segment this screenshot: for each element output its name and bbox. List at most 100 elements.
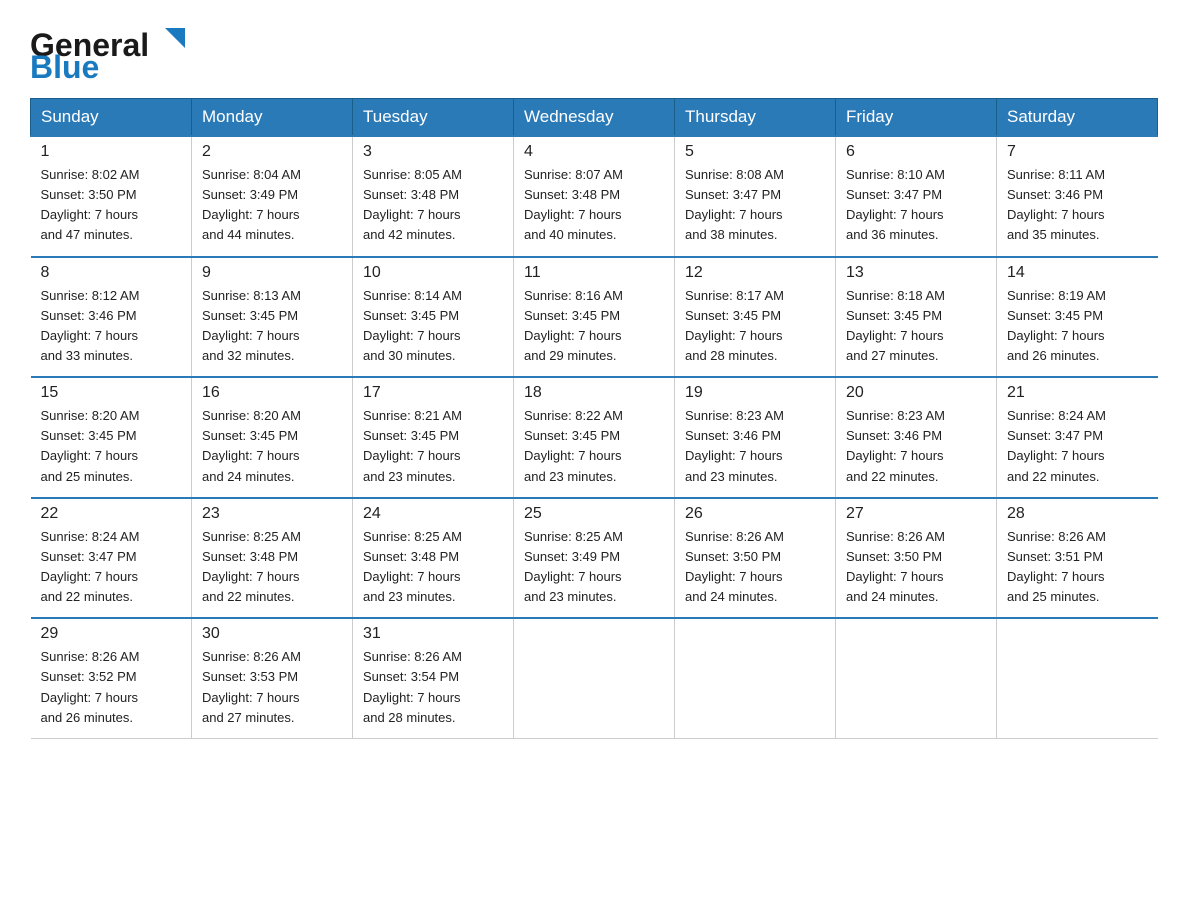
day-info: Sunrise: 8:10 AM Sunset: 3:47 PM Dayligh… — [846, 165, 986, 246]
day-number: 19 — [685, 384, 825, 402]
calendar-cell: 8 Sunrise: 8:12 AM Sunset: 3:46 PM Dayli… — [31, 257, 192, 378]
day-info: Sunrise: 8:20 AM Sunset: 3:45 PM Dayligh… — [41, 406, 182, 487]
calendar-cell: 11 Sunrise: 8:16 AM Sunset: 3:45 PM Dayl… — [514, 257, 675, 378]
day-info: Sunrise: 8:07 AM Sunset: 3:48 PM Dayligh… — [524, 165, 664, 246]
day-info: Sunrise: 8:22 AM Sunset: 3:45 PM Dayligh… — [524, 406, 664, 487]
weekday-header-sunday: Sunday — [31, 99, 192, 137]
day-info: Sunrise: 8:26 AM Sunset: 3:53 PM Dayligh… — [202, 647, 342, 728]
calendar-cell: 3 Sunrise: 8:05 AM Sunset: 3:48 PM Dayli… — [353, 136, 514, 257]
day-number: 25 — [524, 505, 664, 523]
calendar-cell: 24 Sunrise: 8:25 AM Sunset: 3:48 PM Dayl… — [353, 498, 514, 619]
day-number: 29 — [41, 625, 182, 643]
calendar-cell: 14 Sunrise: 8:19 AM Sunset: 3:45 PM Dayl… — [997, 257, 1158, 378]
day-number: 12 — [685, 264, 825, 282]
calendar-cell: 1 Sunrise: 8:02 AM Sunset: 3:50 PM Dayli… — [31, 136, 192, 257]
day-number: 22 — [41, 505, 182, 523]
calendar-cell: 10 Sunrise: 8:14 AM Sunset: 3:45 PM Dayl… — [353, 257, 514, 378]
day-number: 18 — [524, 384, 664, 402]
day-number: 9 — [202, 264, 342, 282]
calendar-cell — [836, 618, 997, 738]
day-number: 3 — [363, 143, 503, 161]
day-info: Sunrise: 8:23 AM Sunset: 3:46 PM Dayligh… — [685, 406, 825, 487]
calendar-table: SundayMondayTuesdayWednesdayThursdayFrid… — [30, 98, 1158, 739]
day-info: Sunrise: 8:25 AM Sunset: 3:49 PM Dayligh… — [524, 527, 664, 608]
day-number: 16 — [202, 384, 342, 402]
calendar-week-1: 1 Sunrise: 8:02 AM Sunset: 3:50 PM Dayli… — [31, 136, 1158, 257]
calendar-week-5: 29 Sunrise: 8:26 AM Sunset: 3:52 PM Dayl… — [31, 618, 1158, 738]
day-info: Sunrise: 8:26 AM Sunset: 3:54 PM Dayligh… — [363, 647, 503, 728]
calendar-cell — [514, 618, 675, 738]
calendar-cell: 13 Sunrise: 8:18 AM Sunset: 3:45 PM Dayl… — [836, 257, 997, 378]
weekday-header-tuesday: Tuesday — [353, 99, 514, 137]
page-header: General Blue — [30, 20, 1158, 82]
calendar-cell — [997, 618, 1158, 738]
day-number: 8 — [41, 264, 182, 282]
calendar-cell: 20 Sunrise: 8:23 AM Sunset: 3:46 PM Dayl… — [836, 377, 997, 498]
weekday-header-saturday: Saturday — [997, 99, 1158, 137]
day-number: 26 — [685, 505, 825, 523]
calendar-cell: 19 Sunrise: 8:23 AM Sunset: 3:46 PM Dayl… — [675, 377, 836, 498]
calendar-cell: 12 Sunrise: 8:17 AM Sunset: 3:45 PM Dayl… — [675, 257, 836, 378]
calendar-cell: 6 Sunrise: 8:10 AM Sunset: 3:47 PM Dayli… — [836, 136, 997, 257]
weekday-header-friday: Friday — [836, 99, 997, 137]
day-info: Sunrise: 8:18 AM Sunset: 3:45 PM Dayligh… — [846, 286, 986, 367]
calendar-cell: 15 Sunrise: 8:20 AM Sunset: 3:45 PM Dayl… — [31, 377, 192, 498]
day-info: Sunrise: 8:04 AM Sunset: 3:49 PM Dayligh… — [202, 165, 342, 246]
calendar-cell: 29 Sunrise: 8:26 AM Sunset: 3:52 PM Dayl… — [31, 618, 192, 738]
day-number: 28 — [1007, 505, 1148, 523]
calendar-week-4: 22 Sunrise: 8:24 AM Sunset: 3:47 PM Dayl… — [31, 498, 1158, 619]
weekday-header-monday: Monday — [192, 99, 353, 137]
day-number: 11 — [524, 264, 664, 282]
day-number: 4 — [524, 143, 664, 161]
svg-text:Blue: Blue — [30, 49, 99, 80]
weekday-header-thursday: Thursday — [675, 99, 836, 137]
day-info: Sunrise: 8:20 AM Sunset: 3:45 PM Dayligh… — [202, 406, 342, 487]
day-info: Sunrise: 8:16 AM Sunset: 3:45 PM Dayligh… — [524, 286, 664, 367]
calendar-cell: 31 Sunrise: 8:26 AM Sunset: 3:54 PM Dayl… — [353, 618, 514, 738]
day-info: Sunrise: 8:13 AM Sunset: 3:45 PM Dayligh… — [202, 286, 342, 367]
day-info: Sunrise: 8:24 AM Sunset: 3:47 PM Dayligh… — [1007, 406, 1148, 487]
calendar-cell: 23 Sunrise: 8:25 AM Sunset: 3:48 PM Dayl… — [192, 498, 353, 619]
day-info: Sunrise: 8:11 AM Sunset: 3:46 PM Dayligh… — [1007, 165, 1148, 246]
day-number: 27 — [846, 505, 986, 523]
calendar-cell: 5 Sunrise: 8:08 AM Sunset: 3:47 PM Dayli… — [675, 136, 836, 257]
day-number: 10 — [363, 264, 503, 282]
calendar-cell: 17 Sunrise: 8:21 AM Sunset: 3:45 PM Dayl… — [353, 377, 514, 498]
day-number: 30 — [202, 625, 342, 643]
logo-svg: General Blue — [30, 20, 190, 80]
calendar-week-3: 15 Sunrise: 8:20 AM Sunset: 3:45 PM Dayl… — [31, 377, 1158, 498]
day-info: Sunrise: 8:23 AM Sunset: 3:46 PM Dayligh… — [846, 406, 986, 487]
day-number: 23 — [202, 505, 342, 523]
day-info: Sunrise: 8:26 AM Sunset: 3:52 PM Dayligh… — [41, 647, 182, 728]
calendar-cell: 2 Sunrise: 8:04 AM Sunset: 3:49 PM Dayli… — [192, 136, 353, 257]
day-number: 5 — [685, 143, 825, 161]
logo: General Blue — [30, 20, 190, 82]
calendar-week-2: 8 Sunrise: 8:12 AM Sunset: 3:46 PM Dayli… — [31, 257, 1158, 378]
calendar-cell: 30 Sunrise: 8:26 AM Sunset: 3:53 PM Dayl… — [192, 618, 353, 738]
day-info: Sunrise: 8:05 AM Sunset: 3:48 PM Dayligh… — [363, 165, 503, 246]
day-number: 15 — [41, 384, 182, 402]
weekday-header-wednesday: Wednesday — [514, 99, 675, 137]
day-number: 20 — [846, 384, 986, 402]
day-info: Sunrise: 8:12 AM Sunset: 3:46 PM Dayligh… — [41, 286, 182, 367]
calendar-cell: 9 Sunrise: 8:13 AM Sunset: 3:45 PM Dayli… — [192, 257, 353, 378]
day-info: Sunrise: 8:26 AM Sunset: 3:50 PM Dayligh… — [685, 527, 825, 608]
day-number: 21 — [1007, 384, 1148, 402]
day-info: Sunrise: 8:08 AM Sunset: 3:47 PM Dayligh… — [685, 165, 825, 246]
day-info: Sunrise: 8:25 AM Sunset: 3:48 PM Dayligh… — [202, 527, 342, 608]
calendar-cell — [675, 618, 836, 738]
day-info: Sunrise: 8:21 AM Sunset: 3:45 PM Dayligh… — [363, 406, 503, 487]
calendar-cell: 7 Sunrise: 8:11 AM Sunset: 3:46 PM Dayli… — [997, 136, 1158, 257]
calendar-cell: 22 Sunrise: 8:24 AM Sunset: 3:47 PM Dayl… — [31, 498, 192, 619]
day-number: 17 — [363, 384, 503, 402]
day-number: 13 — [846, 264, 986, 282]
calendar-cell: 16 Sunrise: 8:20 AM Sunset: 3:45 PM Dayl… — [192, 377, 353, 498]
day-info: Sunrise: 8:02 AM Sunset: 3:50 PM Dayligh… — [41, 165, 182, 246]
day-number: 2 — [202, 143, 342, 161]
day-info: Sunrise: 8:24 AM Sunset: 3:47 PM Dayligh… — [41, 527, 182, 608]
day-info: Sunrise: 8:17 AM Sunset: 3:45 PM Dayligh… — [685, 286, 825, 367]
day-number: 14 — [1007, 264, 1148, 282]
day-number: 31 — [363, 625, 503, 643]
calendar-cell: 28 Sunrise: 8:26 AM Sunset: 3:51 PM Dayl… — [997, 498, 1158, 619]
day-info: Sunrise: 8:19 AM Sunset: 3:45 PM Dayligh… — [1007, 286, 1148, 367]
